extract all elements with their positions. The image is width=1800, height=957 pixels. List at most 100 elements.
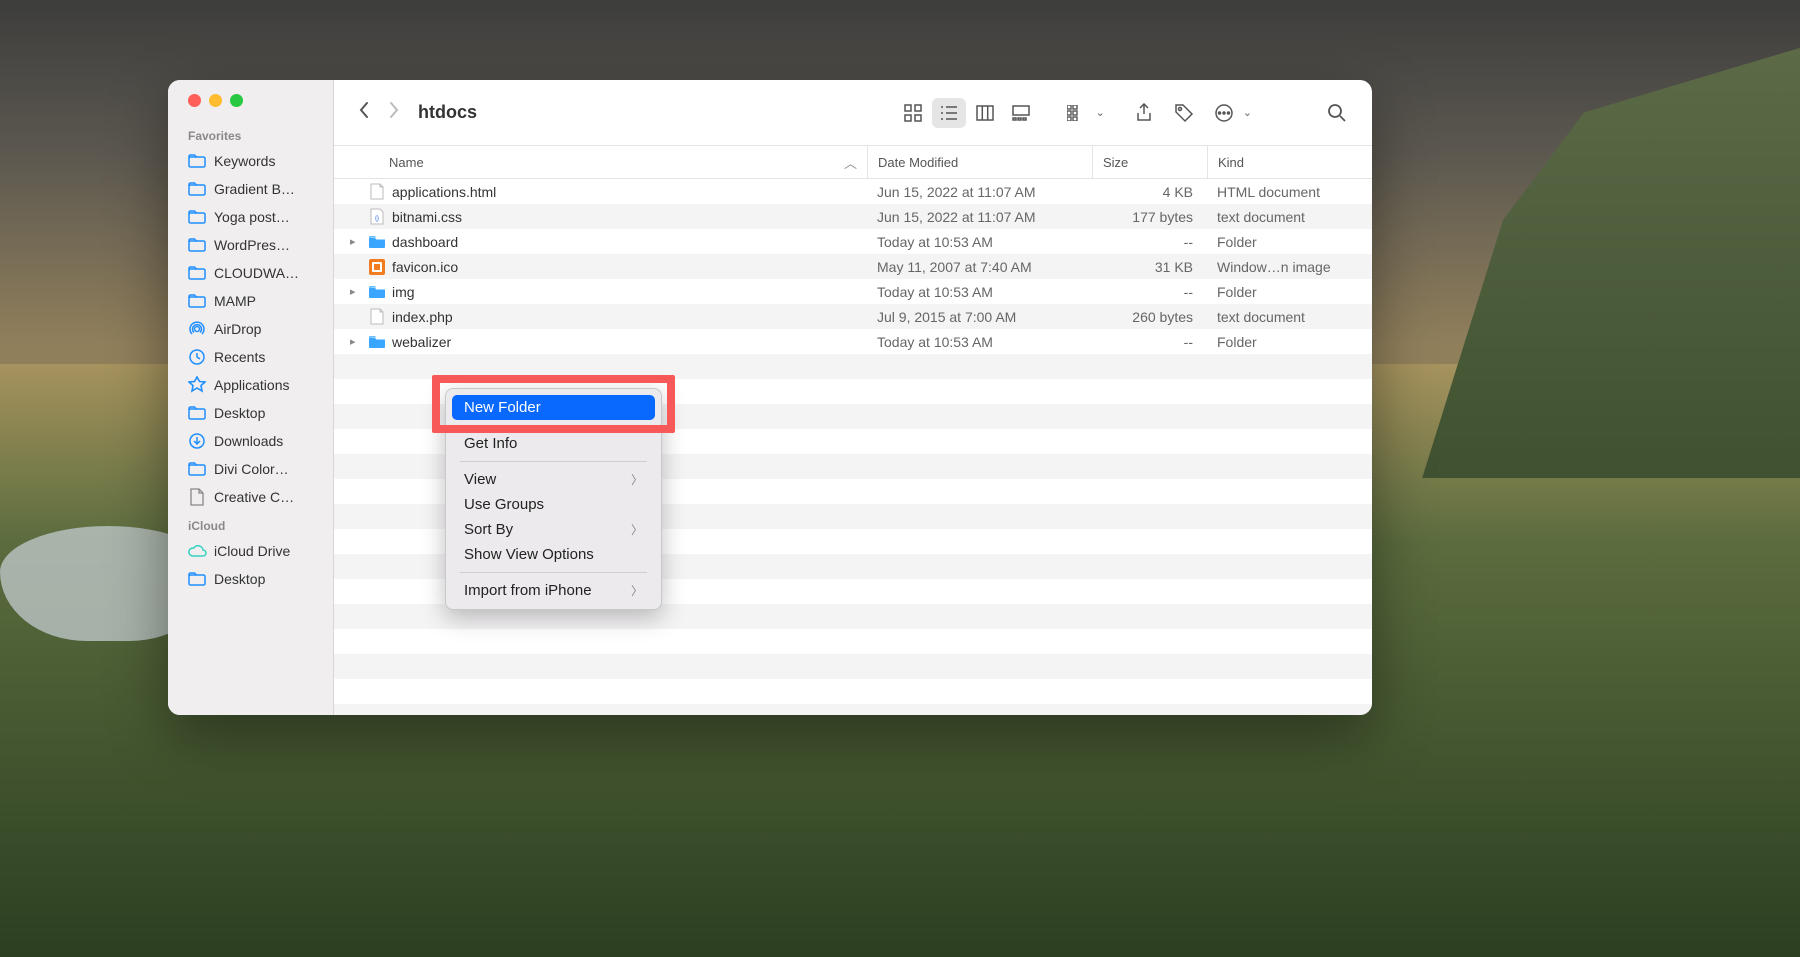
file-date: Jun 15, 2022 at 11:07 AM: [867, 209, 1092, 225]
context-menu: New Folder Get Info View〉Use GroupsSort By…: [445, 388, 662, 610]
close-button[interactable]: [188, 94, 201, 107]
sidebar-item-label: Creative C…: [214, 489, 294, 505]
sidebar-item-label: Desktop: [214, 405, 265, 421]
menu-item[interactable]: Import from iPhone 〉: [452, 578, 655, 603]
folder-icon: [188, 292, 206, 310]
search-button[interactable]: [1320, 98, 1354, 128]
menu-item-label: Import from iPhone: [464, 582, 592, 599]
disclosure-triangle-icon[interactable]: ▸: [350, 335, 362, 348]
chevron-right-icon: 〉: [631, 582, 643, 599]
file-date: Today at 10:53 AM: [867, 334, 1092, 350]
sidebar-item-label: iCloud Drive: [214, 543, 290, 559]
sidebar-item[interactable]: Gradient B…: [168, 175, 333, 203]
file-row[interactable]: ▸{}bitnami.cssJun 15, 2022 at 11:07 AM17…: [334, 204, 1372, 229]
file-size: --: [1092, 234, 1207, 250]
actions-button[interactable]: [1207, 98, 1241, 128]
sidebar-item[interactable]: MAMP: [168, 287, 333, 315]
sidebar-item[interactable]: Creative C…: [168, 483, 333, 511]
menu-item[interactable]: Get Info: [452, 431, 655, 456]
sidebar-item-label: Applications: [214, 377, 290, 393]
column-size-label: Size: [1103, 155, 1128, 170]
file-size: 4 KB: [1092, 184, 1207, 200]
file-icon: [368, 308, 386, 326]
sidebar-item[interactable]: WordPres…: [168, 231, 333, 259]
zoom-button[interactable]: [230, 94, 243, 107]
file-kind: Window…n image: [1207, 259, 1372, 275]
file-name: img: [392, 284, 415, 300]
clock-icon: [188, 348, 206, 366]
share-button[interactable]: [1127, 98, 1161, 128]
sidebar-item[interactable]: Recents: [168, 343, 333, 371]
file-row[interactable]: ▸ img Today at 10:53 AM--Folder: [334, 279, 1372, 304]
file-icon: [368, 333, 386, 351]
file-date: Today at 10:53 AM: [867, 284, 1092, 300]
file-name: webalizer: [392, 334, 451, 350]
folder-icon: [188, 236, 206, 254]
file-name: favicon.ico: [392, 259, 458, 275]
download-icon: [188, 432, 206, 450]
view-columns-button[interactable]: [968, 98, 1002, 128]
folder-icon: [188, 570, 206, 588]
disclosure-triangle-icon[interactable]: ▸: [350, 285, 362, 298]
column-date[interactable]: Date Modified: [867, 146, 1092, 178]
sidebar-item[interactable]: iCloud Drive: [168, 537, 333, 565]
sidebar-item[interactable]: CLOUDWA…: [168, 259, 333, 287]
minimize-button[interactable]: [209, 94, 222, 107]
sidebar-item[interactable]: Desktop: [168, 565, 333, 593]
sidebar-item-label: Gradient B…: [214, 181, 295, 197]
forward-button[interactable]: [382, 101, 406, 124]
file-kind: Folder: [1207, 234, 1372, 250]
sidebar-item[interactable]: Divi Color…: [168, 455, 333, 483]
sidebar-item[interactable]: Keywords: [168, 147, 333, 175]
chevron-down-icon: ⌄: [1243, 106, 1252, 119]
menu-item[interactable]: New Folder: [452, 395, 655, 420]
file-kind: text document: [1207, 309, 1372, 325]
file-row[interactable]: ▸dashboardToday at 10:53 AM--Folder: [334, 229, 1372, 254]
sidebar-item-label: CLOUDWA…: [214, 265, 299, 281]
column-kind-label: Kind: [1218, 155, 1244, 170]
chevron-right-icon: 〉: [631, 471, 643, 488]
column-kind[interactable]: Kind: [1207, 146, 1372, 178]
group-by-button[interactable]: [1060, 98, 1094, 128]
sidebar-item[interactable]: AirDrop: [168, 315, 333, 343]
folder-icon: [188, 152, 206, 170]
file-date: Jun 15, 2022 at 11:07 AM: [867, 184, 1092, 200]
file-row[interactable]: ▸webalizerToday at 10:53 AM--Folder: [334, 329, 1372, 354]
view-icons-button[interactable]: [896, 98, 930, 128]
file-size: 260 bytes: [1092, 309, 1207, 325]
menu-item[interactable]: Show View Options: [452, 542, 655, 567]
tags-button[interactable]: [1167, 98, 1201, 128]
sidebar-item[interactable]: Downloads: [168, 427, 333, 455]
file-row[interactable]: ▸favicon.icoMay 11, 2007 at 7:40 AM31 KB…: [334, 254, 1372, 279]
file-icon: [368, 233, 386, 251]
file-icon: [368, 183, 386, 201]
column-name[interactable]: Name ︿: [334, 153, 867, 172]
menu-item[interactable]: View〉: [452, 467, 655, 492]
column-date-label: Date Modified: [878, 155, 958, 170]
menu-item[interactable]: Use Groups: [452, 492, 655, 517]
chevron-right-icon: 〉: [631, 521, 643, 538]
view-list-button[interactable]: [932, 98, 966, 128]
sidebar-item[interactable]: Desktop: [168, 399, 333, 427]
sidebar-item[interactable]: Yoga post…: [168, 203, 333, 231]
chevron-down-icon: ⌄: [1096, 106, 1105, 119]
file-icon: [368, 258, 386, 276]
back-button[interactable]: [352, 101, 376, 124]
file-row[interactable]: ▸applications.htmlJun 15, 2022 at 11:07 …: [334, 179, 1372, 204]
file-row[interactable]: ▸index.phpJul 9, 2015 at 7:00 AM260 byte…: [334, 304, 1372, 329]
sidebar-item[interactable]: Applications: [168, 371, 333, 399]
file-name: applications.html: [392, 184, 496, 200]
folder-icon: [188, 180, 206, 198]
view-gallery-button[interactable]: [1004, 98, 1038, 128]
apps-icon: [188, 376, 206, 394]
file-kind: Folder: [1207, 284, 1372, 300]
file-kind: Folder: [1207, 334, 1372, 350]
sidebar-heading-icloud: iCloud: [168, 511, 333, 537]
file-name: index.php: [392, 309, 453, 325]
disclosure-triangle-icon[interactable]: ▸: [350, 235, 362, 248]
sidebar-item-label: Recents: [214, 349, 265, 365]
file-name: dashboard: [392, 234, 458, 250]
column-size[interactable]: Size: [1092, 146, 1207, 178]
menu-item[interactable]: Sort By〉: [452, 517, 655, 542]
file-size: --: [1092, 284, 1207, 300]
